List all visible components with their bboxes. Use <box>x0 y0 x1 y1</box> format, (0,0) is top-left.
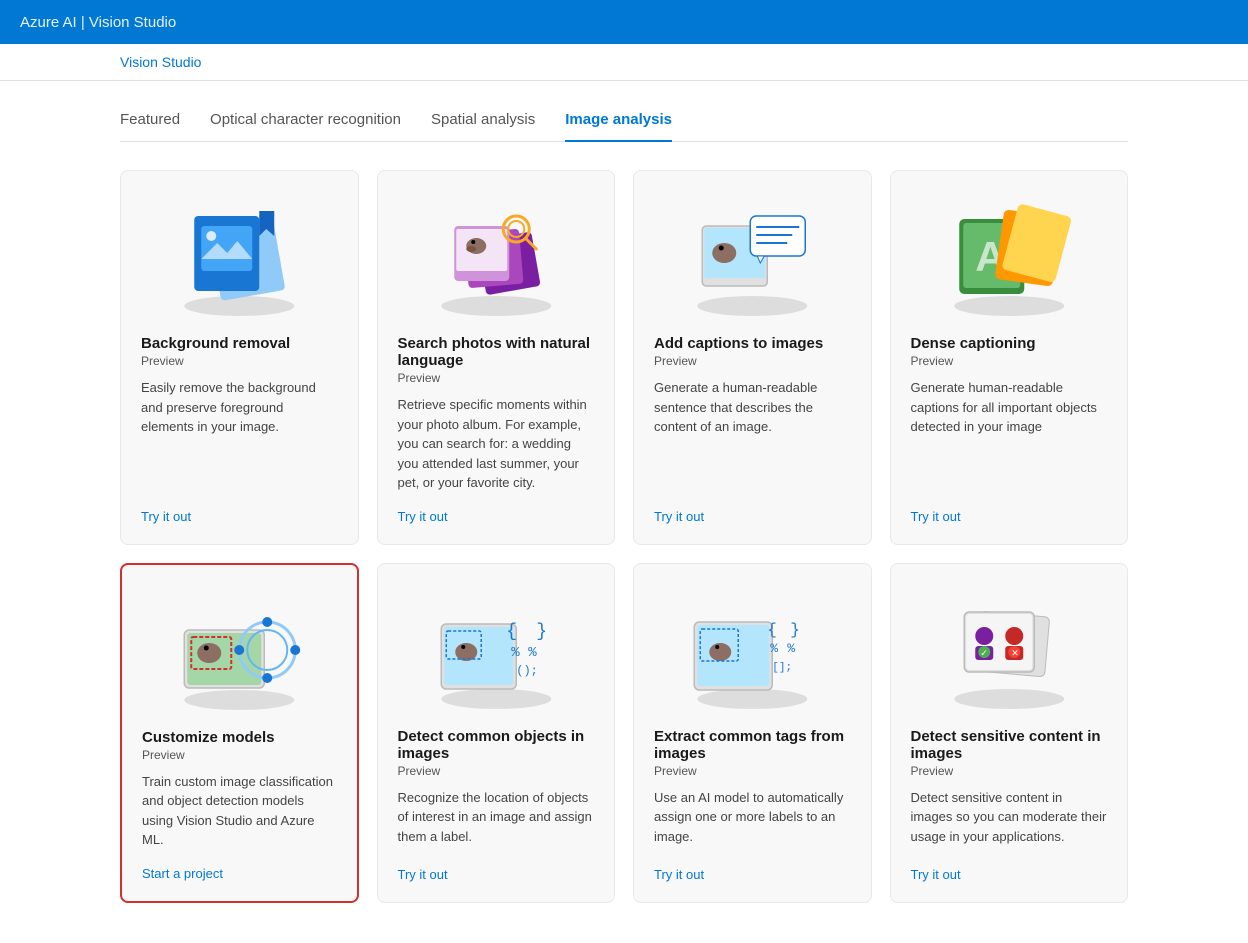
card-desc-customize-models: Train custom image classification and ob… <box>142 772 337 850</box>
svg-text:%: % <box>511 645 520 661</box>
svg-text:{: { <box>767 621 777 639</box>
card-link-detect-sensitive[interactable]: Try it out <box>911 867 1108 882</box>
card-detect-objects: { } % % (); Detect common objects in ima… <box>377 563 616 903</box>
card-title-detect-sensitive: Detect sensitive content in images <box>911 728 1108 762</box>
svg-text:✓: ✓ <box>980 648 988 658</box>
card-desc-background-removal: Easily remove the background and preserv… <box>141 378 338 493</box>
card-dense-captioning: A Dense captioning Preview Generate huma… <box>890 170 1129 545</box>
tab-spatial[interactable]: Spatial analysis <box>431 101 535 142</box>
card-image-extract-tags: { } % % []; <box>654 584 851 714</box>
card-desc-detect-sensitive: Detect sensitive content in images so yo… <box>911 788 1108 851</box>
tab-ocr[interactable]: Optical character recognition <box>210 101 401 142</box>
svg-text:{: { <box>506 622 517 642</box>
card-image-dense-captioning: A <box>911 191 1108 321</box>
svg-text:%: % <box>787 641 795 656</box>
card-desc-dense-captioning: Generate human-readable captions for all… <box>911 378 1108 493</box>
svg-text:[];: []; <box>772 662 792 674</box>
card-detect-sensitive: ✓ ✕ Detect sensitive content in images P… <box>890 563 1129 903</box>
svg-text:}: } <box>790 621 800 639</box>
cards-grid: Background removal Preview Easily remove… <box>120 170 1128 903</box>
card-badge-background-removal: Preview <box>141 354 338 368</box>
card-image-customize-models <box>142 585 337 715</box>
card-title-background-removal: Background removal <box>141 335 338 352</box>
card-badge-search-photos: Preview <box>398 371 595 385</box>
card-link-detect-objects[interactable]: Try it out <box>398 867 595 882</box>
card-desc-detect-objects: Recognize the location of objects of int… <box>398 788 595 851</box>
card-badge-extract-tags: Preview <box>654 764 851 778</box>
sub-nav: Vision Studio <box>0 44 1248 81</box>
card-image-search-photos <box>398 191 595 321</box>
card-image-background-removal <box>141 191 338 321</box>
svg-text:%: % <box>528 645 537 661</box>
card-link-extract-tags[interactable]: Try it out <box>654 867 851 882</box>
card-desc-add-captions: Generate a human-readable sentence that … <box>654 378 851 493</box>
card-customize-models: Customize models Preview Train custom im… <box>120 563 359 903</box>
card-title-customize-models: Customize models <box>142 729 337 746</box>
card-badge-detect-sensitive: Preview <box>911 764 1108 778</box>
top-bar: Azure AI | Vision Studio <box>0 0 1248 44</box>
card-title-detect-objects: Detect common objects in images <box>398 728 595 762</box>
card-image-detect-objects: { } % % (); <box>398 584 595 714</box>
svg-text:✕: ✕ <box>1011 648 1019 658</box>
card-desc-search-photos: Retrieve specific moments within your ph… <box>398 395 595 493</box>
card-add-captions: Add captions to images Preview Generate … <box>633 170 872 545</box>
app-title: Azure AI | Vision Studio <box>20 14 176 31</box>
card-title-dense-captioning: Dense captioning <box>911 335 1108 352</box>
card-title-add-captions: Add captions to images <box>654 335 851 352</box>
svg-text:();: (); <box>516 664 538 678</box>
card-image-detect-sensitive: ✓ ✕ <box>911 584 1108 714</box>
card-search-photos: Search photos with natural language Prev… <box>377 170 616 545</box>
tab-featured[interactable]: Featured <box>120 101 180 142</box>
card-badge-detect-objects: Preview <box>398 764 595 778</box>
card-badge-add-captions: Preview <box>654 354 851 368</box>
card-extract-tags: { } % % []; Extract common tags from ima… <box>633 563 872 903</box>
tabs-container: Featured Optical character recognition S… <box>120 101 1128 142</box>
card-link-dense-captioning[interactable]: Try it out <box>911 509 1108 524</box>
card-link-search-photos[interactable]: Try it out <box>398 509 595 524</box>
card-badge-customize-models: Preview <box>142 748 337 762</box>
card-link-add-captions[interactable]: Try it out <box>654 509 851 524</box>
card-desc-extract-tags: Use an AI model to automatically assign … <box>654 788 851 851</box>
card-title-extract-tags: Extract common tags from images <box>654 728 851 762</box>
svg-text:%: % <box>770 641 778 656</box>
card-badge-dense-captioning: Preview <box>911 354 1108 368</box>
card-background-removal: Background removal Preview Easily remove… <box>120 170 359 545</box>
vision-studio-link[interactable]: Vision Studio <box>120 54 201 70</box>
card-image-add-captions <box>654 191 851 321</box>
tab-image-analysis[interactable]: Image analysis <box>565 101 672 142</box>
card-link-customize-models[interactable]: Start a project <box>142 866 337 881</box>
card-link-background-removal[interactable]: Try it out <box>141 509 338 524</box>
main-content: Featured Optical character recognition S… <box>0 81 1248 943</box>
card-title-search-photos: Search photos with natural language <box>398 335 595 369</box>
svg-text:}: } <box>536 622 547 642</box>
